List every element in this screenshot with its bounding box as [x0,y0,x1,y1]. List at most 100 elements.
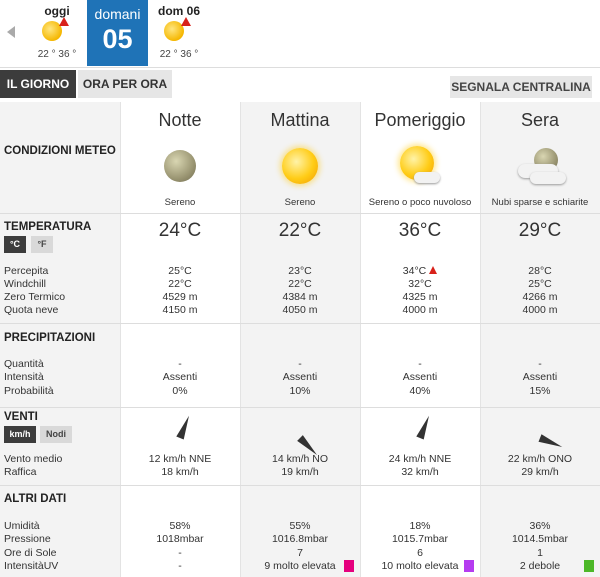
pressure-value-text: 1014.5mbar [511,533,569,545]
zero-termico-value: 4325 m [360,291,480,305]
section-precipitation: PRECIPITAZIONI [4,332,96,344]
quantity-value-text: - [298,358,302,370]
column-divider [120,102,121,577]
gust-value: 19 km/h [240,466,360,480]
period-name: Notte [158,110,202,130]
section-divider [0,323,600,324]
kmh-toggle[interactable]: km/h [4,426,36,443]
sun-hours-value: 6 [360,547,480,561]
humidity-value-text: 18% [409,520,431,532]
sun-hours-value: - [120,547,240,561]
day-selected[interactable]: domani 05 [87,0,148,66]
sun-hours-value-text: 7 [297,547,303,559]
temperature-value: 29°C [518,220,562,241]
label-zero-termico: Zero Termico [4,291,66,303]
zero-termico-value-text: 4384 m [282,291,318,303]
segnala-centralina-button[interactable]: SEGNALA CENTRALINA [450,76,592,98]
period-name: Pomeriggio [374,110,466,130]
cloud-icon [530,172,566,184]
quota-neve-value-text: 4050 m [282,304,318,316]
pressure-value-text: 1015.7mbar [391,533,449,545]
sun-hours-value-text: 1 [537,547,543,559]
perceived-value: 34°C [360,265,480,279]
quota-neve-value-text: 4000 m [522,304,558,316]
wind-avg-value-text: 12 km/h NNE [148,453,212,465]
wind-avg-value-text: 14 km/h NO [271,453,329,465]
perceived-value-text: 23°C [288,265,312,277]
condition-text: Sereno o poco nuvoloso [368,197,472,208]
pressure-value: 1016.8mbar [240,533,360,547]
pressure-value: 1015.7mbar [360,533,480,547]
probability-value: 10% [240,385,360,399]
condition-text: Sereno [164,197,196,208]
windchill-value: 32°C [360,278,480,292]
uv-value-text: 10 molto elevata [381,560,459,572]
column-divider [240,102,241,577]
sun-hours-value-text: 6 [417,547,423,559]
fahrenheit-toggle[interactable]: °F [31,236,53,253]
section-divider [0,213,600,214]
wind-avg-value-text: 22 km/h ONO [507,453,573,465]
day-next[interactable]: dom 06 22 ° 36 ° [150,0,208,66]
wind-avg-value: 14 km/h NO [240,453,360,467]
previous-day-arrow-icon[interactable] [7,26,15,38]
intensity-value: Assenti [360,371,480,385]
humidity-value-text: 36% [529,520,551,532]
intensity-value-text: Assenti [282,371,318,383]
column-divider [480,102,481,577]
intensity-value: Assenti [240,371,360,385]
quota-neve-value: 4000 m [480,304,600,318]
perceived-value: 28°C [480,265,600,279]
uv-value-text: 9 molto elevata [264,560,336,572]
gust-value-text: 32 km/h [401,466,439,478]
uv-value-text: 2 debole [519,560,561,572]
windchill-value-text: 22°C [168,278,192,290]
cloud-icon [414,172,440,183]
sun-hours-value: 7 [240,547,360,561]
label-probability: Probabilità [4,385,54,397]
knots-toggle[interactable]: Nodi [40,426,72,443]
uv-value: - [120,560,240,574]
pressure-value-text: 1018mbar [156,533,204,545]
quantity-value: - [240,358,360,372]
intensity-value-text: Assenti [162,371,198,383]
column-divider [360,102,361,577]
quantity-value-text: - [538,358,542,370]
tab-ora-per-ora[interactable]: ORA PER ORA [78,70,172,98]
uv-level-indicator [464,560,474,572]
day-selected-label: domani [94,6,141,22]
windchill-value-text: 25°C [528,278,552,290]
perceived-value: 25°C [120,265,240,279]
zero-termico-value-text: 4325 m [402,291,438,303]
humidity-value: 36% [480,520,600,534]
tab-il-giorno[interactable]: IL GIORNO [0,70,76,98]
section-divider [0,485,600,486]
section-other: ALTRI DATI [4,493,67,505]
intensity-value: Assenti [120,371,240,385]
intensity-value-text: Assenti [402,371,438,383]
perceived-value-text: 28°C [528,265,552,277]
intensity-value: Assenti [480,371,600,385]
perceived-value: 23°C [240,265,360,279]
moon-icon [164,150,196,182]
humidity-value-text: 55% [289,520,311,532]
quota-neve-value-text: 4150 m [162,304,198,316]
label-sun-hours: Ore di Sole [4,547,57,559]
probability-value: 15% [480,385,600,399]
label-uv: IntensitàUV [4,560,59,572]
label-intensity: Intensità [4,371,44,383]
gust-value: 32 km/h [360,466,480,480]
uv-level-indicator [344,560,354,572]
celsius-toggle[interactable]: °C [4,236,26,253]
gust-value-text: 18 km/h [161,466,199,478]
humidity-value-text: 58% [169,520,191,532]
quantity-value-text: - [178,358,182,370]
day-today[interactable]: oggi 22 ° 36 ° [28,0,86,66]
label-quota-neve: Quota neve [4,304,59,316]
condition-text: Nubi sparse e schiarite [491,197,589,208]
condition-text: Sereno [284,197,316,208]
windchill-value: 22°C [120,278,240,292]
section-temperature: TEMPERATURA [4,221,92,233]
day-selected-number: 05 [102,24,133,54]
tabs-row: IL GIORNO ORA PER ORA SEGNALA CENTRALINA [0,68,600,102]
